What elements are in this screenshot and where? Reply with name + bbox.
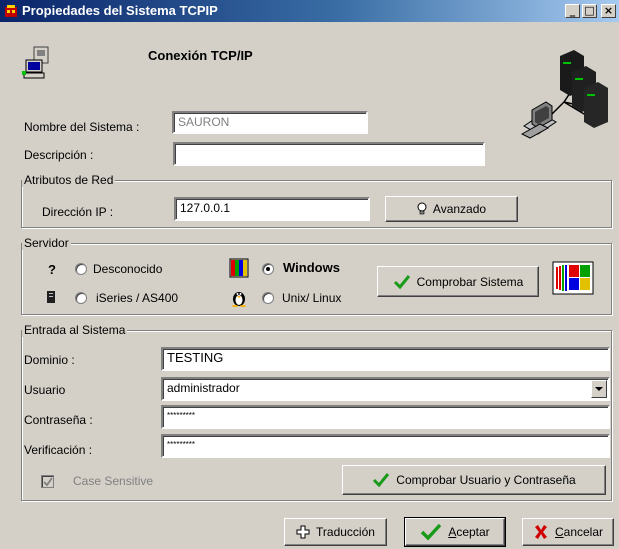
page-title: Conexión TCP/IP (148, 48, 253, 63)
checkbox-check-icon (43, 477, 53, 487)
user-combobox[interactable]: administrador (161, 377, 610, 401)
radio-unknown-label[interactable]: Desconocido (93, 262, 162, 276)
ip-address-label: Dirección IP : (42, 205, 114, 219)
computer-network-icon (22, 46, 49, 79)
system-name-field[interactable]: SAURON (172, 111, 368, 134)
accept-button[interactable]: Aceptar (404, 517, 506, 547)
description-field[interactable] (173, 142, 485, 166)
title-bar[interactable]: Propiedades del Sistema TCPIP _ □ × (0, 0, 619, 22)
check-credentials-button[interactable]: Comprobar Usuario y Contraseña (342, 465, 606, 495)
verification-label: Verificación : (24, 443, 93, 457)
lightbulb-icon (417, 202, 427, 215)
accept-label: ceptar (456, 525, 490, 539)
cancel-mnemonic: C (554, 525, 564, 539)
check-system-button[interactable]: Comprobar Sistema (377, 266, 539, 297)
password-label: Contraseña : (24, 413, 93, 427)
advanced-button-label: Avanzado (432, 202, 487, 216)
advanced-button[interactable]: Avanzado (385, 196, 518, 222)
red-x-icon (534, 525, 547, 539)
user-value: administrador (167, 381, 240, 395)
radio-iseries-label[interactable]: iSeries / AS400 (96, 291, 178, 305)
radio-unix-label[interactable]: Unix/ Linux (282, 291, 341, 305)
description-label: Descripción : (24, 148, 94, 162)
radio-windows[interactable] (262, 263, 274, 275)
radio-iseries[interactable] (75, 292, 87, 304)
radio-unknown[interactable] (75, 263, 87, 275)
login-group-label: Entrada al Sistema (22, 323, 128, 337)
checkmark-icon (393, 274, 410, 289)
window-title: Propiedades del Sistema TCPIP (22, 3, 218, 18)
minimize-button[interactable]: _ (565, 4, 580, 18)
check-credentials-label: Comprobar Usuario y Contraseña (396, 473, 576, 487)
chevron-down-icon (595, 387, 603, 391)
case-sensitive-label[interactable]: Case Sensitive (73, 474, 153, 488)
windows-server-icon (229, 258, 249, 278)
verification-field[interactable]: ********* (161, 434, 610, 458)
checkmark-icon (373, 473, 390, 488)
domain-field[interactable]: TESTING (161, 347, 610, 371)
question-icon: ? (48, 262, 56, 277)
cancel-button[interactable]: Cancelar (522, 518, 614, 546)
user-label: Usuario (24, 383, 66, 397)
domain-label: Dominio : (24, 353, 75, 367)
cancel-label: ancelar (563, 525, 604, 539)
password-field[interactable]: ********* (161, 405, 610, 429)
app-icon (5, 5, 17, 17)
plus-icon (296, 525, 310, 539)
translate-button[interactable]: Traducción (284, 518, 387, 546)
maximize-button[interactable]: □ (582, 4, 597, 18)
radio-unix[interactable] (262, 292, 274, 304)
linux-penguin-icon (232, 292, 246, 307)
system-name-label: Nombre del Sistema : (24, 120, 140, 134)
check-system-label: Comprobar Sistema (416, 274, 524, 289)
as400-icon (47, 291, 55, 303)
case-sensitive-checkbox[interactable] (41, 475, 54, 488)
radio-windows-label[interactable]: Windows (283, 260, 340, 275)
close-button[interactable]: × (601, 4, 616, 18)
ip-address-field[interactable]: 127.0.0.1 (174, 197, 370, 221)
checkmark-icon (421, 523, 442, 541)
server-group-label: Servidor (22, 236, 71, 250)
windows-logo-icon (552, 261, 594, 295)
network-attributes-label: Atributos de Red (22, 173, 116, 187)
translate-label: Traducción (316, 525, 375, 539)
dropdown-button[interactable] (591, 380, 607, 398)
servers-network-icon (520, 50, 608, 139)
